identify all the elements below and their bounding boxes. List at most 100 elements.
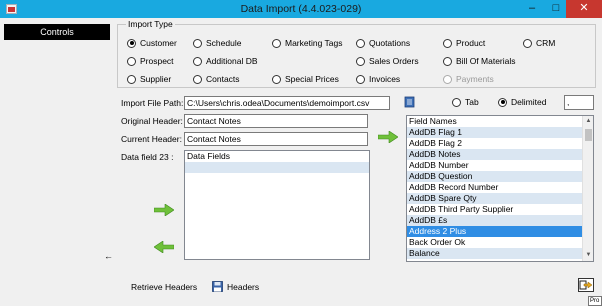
scroll-down-icon[interactable]: ▼	[583, 250, 593, 261]
radio-customer[interactable]: Customer	[127, 38, 177, 48]
close-button[interactable]: ✕	[566, 0, 602, 18]
field-names-scrollbar[interactable]: ▲ ▼	[582, 116, 593, 261]
radio-label: Invoices	[369, 74, 401, 84]
list-item[interactable]: AddDB Record Number	[407, 182, 593, 193]
radio-dot-icon	[443, 74, 452, 84]
data-fields-header: Data Fields	[187, 151, 230, 161]
list-item-selected[interactable]: Address 2 Plus	[407, 226, 593, 237]
import-type-legend: Import Type	[126, 19, 175, 29]
data-field-label: Data field 23 :	[121, 152, 174, 162]
radio-label: Prospect	[140, 56, 174, 66]
radio-dot-icon	[127, 74, 136, 84]
back-arrow-icon[interactable]: ←	[104, 251, 113, 261]
radio-label: Bill Of Materials	[456, 56, 516, 66]
radio-dot-icon	[127, 56, 136, 66]
radio-quotations[interactable]: Quotations	[356, 38, 410, 48]
exit-icon	[579, 280, 593, 290]
radio-delimited[interactable]: Delimited	[498, 97, 546, 107]
radio-label: CRM	[536, 38, 556, 48]
headers-label: Headers	[227, 281, 260, 292]
scroll-up-icon[interactable]: ▲	[583, 116, 593, 127]
exit-button[interactable]	[578, 278, 594, 292]
add-right-arrow-icon[interactable]	[154, 204, 174, 216]
list-item[interactable]: AddDB Number	[407, 160, 593, 171]
radio-marketing-tags[interactable]: Marketing Tags	[272, 38, 342, 48]
list-item[interactable]: AddDB Question	[407, 171, 593, 182]
controls-button[interactable]: Controls	[4, 24, 110, 40]
tooltip: Pro	[588, 296, 602, 306]
radio-label: Delimited	[511, 97, 547, 107]
radio-dot-icon	[498, 97, 507, 107]
radio-label: Special Prices	[285, 74, 339, 84]
radio-contacts[interactable]: Contacts	[193, 74, 240, 84]
original-header-label: Original Header:	[121, 116, 183, 126]
list-item[interactable]: AddDB Spare Qty	[407, 193, 593, 204]
import-file-path-label: Import File Path:	[121, 98, 184, 108]
radio-dot-icon	[452, 97, 461, 107]
radio-label: Marketing Tags	[285, 38, 343, 48]
radio-label: Product	[456, 38, 486, 48]
radio-label: Tab	[465, 97, 479, 107]
radio-label: Quotations	[369, 38, 411, 48]
list-item[interactable]: AddDB Flag 2	[407, 138, 593, 149]
data-fields-list[interactable]: Data Fields	[184, 150, 370, 260]
list-item[interactable]: Field Names	[407, 116, 593, 127]
radio-label: Customer	[140, 38, 177, 48]
title-bar: Data Import (4.4.023-029) – □ ✕	[0, 0, 602, 18]
list-item[interactable]: AddDB Third Party Supplier	[407, 204, 593, 215]
radio-prospect[interactable]: Prospect	[127, 56, 174, 66]
radio-tab[interactable]: Tab	[452, 97, 479, 107]
scroll-thumb[interactable]	[585, 129, 592, 141]
window-title: Data Import (4.4.023-029)	[240, 3, 362, 15]
remove-left-arrow-icon[interactable]	[154, 241, 174, 253]
radio-schedule[interactable]: Schedule	[193, 38, 241, 48]
list-item[interactable]: AddDB Flag 1	[407, 127, 593, 138]
save-disk-icon	[212, 281, 223, 292]
radio-additional-db[interactable]: Additional DB	[193, 56, 258, 66]
radio-label: Contacts	[206, 74, 240, 84]
sidebar: Controls ←	[0, 18, 115, 306]
radio-label: Additional DB	[206, 56, 258, 66]
radio-dot-icon	[127, 38, 136, 48]
headers-button[interactable]: Headers	[212, 281, 259, 292]
radio-bill-of-materials[interactable]: Bill Of Materials	[443, 56, 516, 66]
current-header-input[interactable]: Contact Notes	[184, 132, 368, 146]
list-item[interactable]: AddDB £s	[407, 215, 593, 226]
list-item[interactable]: AddDB Notes	[407, 149, 593, 160]
radio-dot-icon	[443, 56, 452, 66]
radio-dot-icon	[272, 74, 281, 84]
radio-dot-icon	[356, 38, 365, 48]
browse-file-icon[interactable]	[404, 96, 415, 108]
radio-dot-icon	[193, 56, 202, 66]
list-item[interactable]: Balance	[407, 248, 593, 259]
radio-special-prices[interactable]: Special Prices	[272, 74, 339, 84]
radio-dot-icon	[272, 38, 281, 48]
radio-sales-orders[interactable]: Sales Orders	[356, 56, 419, 66]
radio-product[interactable]: Product	[443, 38, 485, 48]
field-names-list[interactable]: Field Names AddDB Flag 1 AddDB Flag 2 Ad…	[406, 115, 594, 262]
radio-dot-icon	[356, 56, 365, 66]
radio-dot-icon	[443, 38, 452, 48]
radio-dot-icon	[193, 74, 202, 84]
radio-label: Payments	[456, 74, 494, 84]
original-header-input[interactable]: Contact Notes	[184, 114, 368, 128]
radio-dot-icon	[356, 74, 365, 84]
current-header-label: Current Header:	[121, 134, 182, 144]
radio-label: Supplier	[140, 74, 172, 84]
maximize-button[interactable]: □	[545, 0, 567, 18]
radio-label: Schedule	[206, 38, 242, 48]
radio-payments: Payments	[443, 74, 494, 84]
minimize-button[interactable]: –	[521, 0, 543, 18]
radio-crm[interactable]: CRM	[523, 38, 555, 48]
radio-invoices[interactable]: Invoices	[356, 74, 400, 84]
list-item[interactable]: Back Order Ok	[407, 237, 593, 248]
radio-dot-icon	[523, 38, 532, 48]
list-item[interactable]	[185, 162, 369, 173]
import-file-path-input[interactable]: C:\Users\chris.odea\Documents\demoimport…	[184, 96, 390, 110]
map-right-arrow-icon[interactable]	[378, 131, 398, 143]
delimiter-input[interactable]: ,	[564, 95, 594, 110]
radio-supplier[interactable]: Supplier	[127, 74, 171, 84]
retrieve-headers-button[interactable]: Retrieve Headers	[131, 282, 197, 292]
radio-label: Sales Orders	[369, 56, 419, 66]
radio-dot-icon	[193, 38, 202, 48]
